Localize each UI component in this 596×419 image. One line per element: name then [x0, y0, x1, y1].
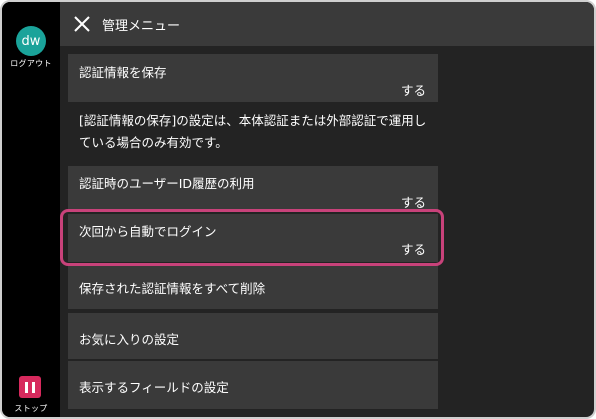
- setting-value: する: [400, 83, 426, 98]
- setting-display-fields[interactable]: 表示するフィールドの設定: [68, 361, 438, 409]
- stop-button[interactable]: [19, 376, 41, 398]
- avatar[interactable]: dw: [16, 26, 46, 56]
- setting-title: 次回から自動でログイン: [79, 224, 217, 239]
- stop-label: ストップ: [14, 404, 48, 413]
- header-bar: 管理メニュー: [60, 2, 594, 46]
- logout-label[interactable]: ログアウト: [2, 58, 60, 69]
- info-note: [認証情報の保存]の設定は、本体認証または外部認証で運用している場合のみ有効です…: [68, 102, 438, 164]
- setting-title: 認証時のユーザーID履歴の利用: [79, 176, 255, 191]
- setting-save-auth-info[interactable]: 認証情報を保存 する: [68, 54, 438, 102]
- setting-title: 表示するフィールドの設定: [79, 380, 229, 395]
- pause-icon-bar-right: [32, 381, 35, 393]
- setting-title: 認証情報を保存: [79, 65, 167, 80]
- setting-delete-saved-auth[interactable]: 保存された認証情報をすべて削除: [68, 264, 438, 309]
- setting-favorites[interactable]: お気に入りの設定: [68, 313, 438, 359]
- setting-user-id-history[interactable]: 認証時のユーザーID履歴の利用 する: [68, 166, 438, 212]
- setting-value: する: [400, 195, 426, 210]
- page-title: 管理メニュー: [102, 19, 181, 34]
- setting-title: お気に入りの設定: [79, 332, 180, 347]
- left-rail: dw ログアウト ストップ: [2, 2, 60, 417]
- setting-auto-login[interactable]: 次回から自動でログイン する: [68, 214, 438, 262]
- app-frame: dw ログアウト ストップ 管理メニュー 認証情報を保存 する [認証情報の保存…: [0, 0, 596, 419]
- info-note-text: [認証情報の保存]の設定は、本体認証または外部認証で運用している場合のみ有効です…: [79, 113, 427, 150]
- close-icon[interactable]: [72, 14, 92, 34]
- setting-value: する: [400, 242, 426, 257]
- pause-icon-bar-left: [25, 381, 28, 393]
- setting-title: 保存された認証情報をすべて削除: [79, 281, 266, 296]
- settings-list: 認証情報を保存 する [認証情報の保存]の設定は、本体認証または外部認証で運用し…: [68, 54, 438, 417]
